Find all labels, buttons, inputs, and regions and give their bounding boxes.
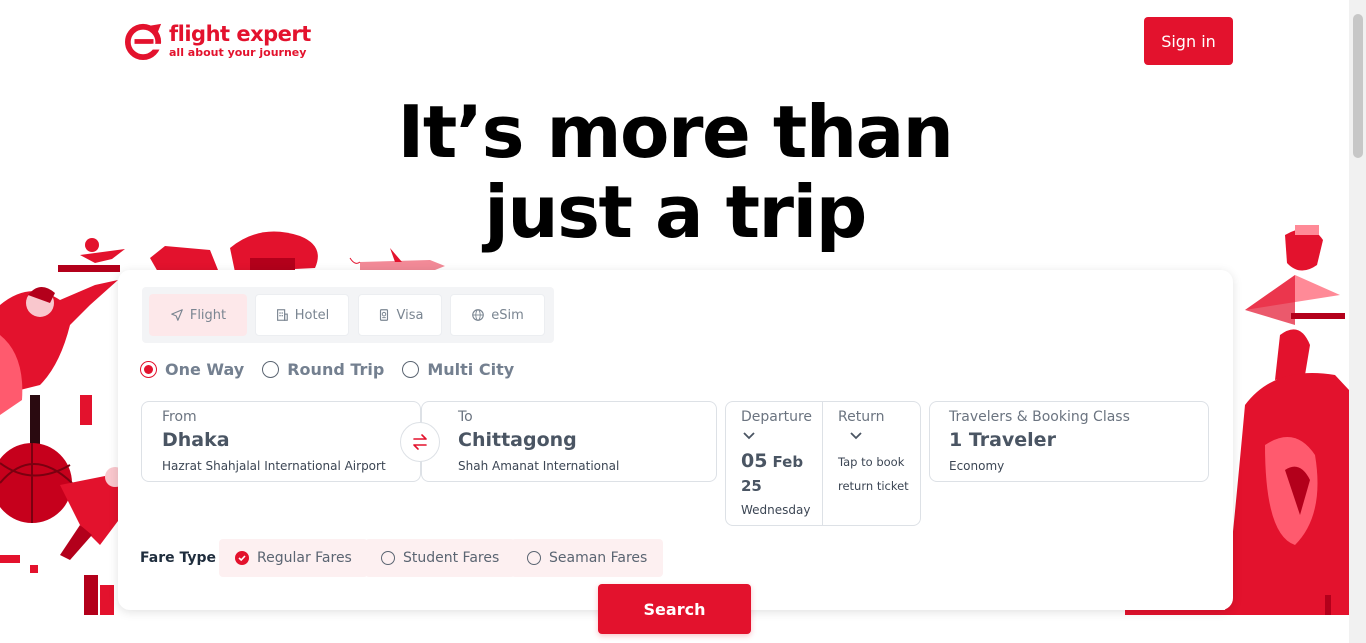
hero-title-line1: It’s more than: [397, 90, 954, 174]
departure-date: 05 Feb: [741, 450, 803, 472]
from-city: Dhaka: [162, 429, 230, 451]
chevron-down-icon: [850, 432, 862, 440]
scrollbar-thumb[interactable]: [1353, 14, 1363, 158]
hero-title: It’s more than just a trip: [300, 92, 1050, 252]
logo-e-icon: [125, 23, 163, 60]
search-button[interactable]: Search: [598, 584, 751, 634]
to-airport: Shah Amanat International: [458, 459, 620, 473]
fare-student[interactable]: Student Fares: [365, 539, 516, 577]
sign-in-button[interactable]: Sign in: [1144, 17, 1233, 65]
trip-type-multi-city-label: Multi City: [427, 360, 515, 379]
tab-hotel[interactable]: Hotel: [255, 294, 349, 336]
return-hint-line2: return ticket: [838, 479, 909, 493]
swap-arrows-icon: [413, 434, 427, 450]
departure-weekday: Wednesday: [741, 503, 811, 517]
departure-month: Feb: [772, 453, 804, 471]
fare-seaman[interactable]: Seaman Fares: [511, 539, 664, 577]
from-airport: Hazrat Shahjalal International Airport: [162, 459, 386, 473]
tab-hotel-label: Hotel: [294, 307, 330, 323]
travelers-label: Travelers & Booking Class: [949, 409, 1130, 425]
radio-unselected-icon: [381, 551, 395, 565]
check-circle-icon: [235, 551, 249, 565]
trip-type-round-trip-label: Round Trip: [287, 360, 385, 379]
fare-type-label: Fare Type :: [140, 550, 227, 566]
trip-type-multi-city[interactable]: Multi City: [402, 360, 514, 379]
page-scrollbar[interactable]: [1349, 0, 1366, 643]
trip-type-group: One Way Round Trip Multi City: [140, 360, 514, 379]
trip-type-one-way-label: One Way: [165, 360, 245, 379]
return-label: Return: [838, 409, 885, 425]
radio-unselected-icon: [262, 361, 280, 378]
radio-selected-icon: [140, 361, 157, 378]
logo-tagline: all about your journey: [169, 46, 307, 59]
fare-regular[interactable]: Regular Fares: [219, 539, 368, 577]
tab-visa-label: Visa: [396, 307, 424, 323]
booking-class: Economy: [949, 459, 1005, 473]
tab-flight[interactable]: Flight: [149, 294, 247, 336]
fare-student-label: Student Fares: [403, 550, 500, 566]
globe-icon: [472, 309, 485, 321]
chevron-down-icon: [743, 432, 755, 440]
fare-seaman-label: Seaman Fares: [549, 550, 648, 566]
hero-title-line2: just a trip: [484, 170, 867, 254]
radio-unselected-icon: [527, 551, 541, 565]
tab-visa[interactable]: Visa: [358, 294, 442, 336]
departure-label: Departure: [741, 409, 813, 425]
fare-regular-label: Regular Fares: [257, 550, 352, 566]
departure-year: 25: [741, 477, 762, 495]
to-city: Chittagong: [458, 429, 577, 451]
building-icon: [276, 309, 288, 321]
tab-esim[interactable]: eSim: [450, 294, 545, 336]
trip-type-round-trip[interactable]: Round Trip: [262, 360, 384, 379]
logo-name: flight expert: [169, 22, 311, 46]
tab-esim-label: eSim: [491, 307, 524, 323]
paper-plane-icon: [171, 309, 183, 321]
travelers-count: 1 Traveler: [949, 429, 1056, 451]
departure-day: 05: [741, 450, 768, 472]
tab-flight-label: Flight: [189, 307, 227, 323]
from-label: From: [162, 409, 197, 425]
swap-button[interactable]: [400, 422, 440, 462]
to-label: To: [458, 409, 473, 425]
brand-logo[interactable]: flight expert all about your journey: [125, 22, 311, 60]
return-hint-line1: Tap to book: [838, 455, 905, 469]
radio-unselected-icon: [402, 361, 420, 378]
trip-type-one-way[interactable]: One Way: [140, 360, 244, 379]
passport-icon: [379, 309, 388, 321]
